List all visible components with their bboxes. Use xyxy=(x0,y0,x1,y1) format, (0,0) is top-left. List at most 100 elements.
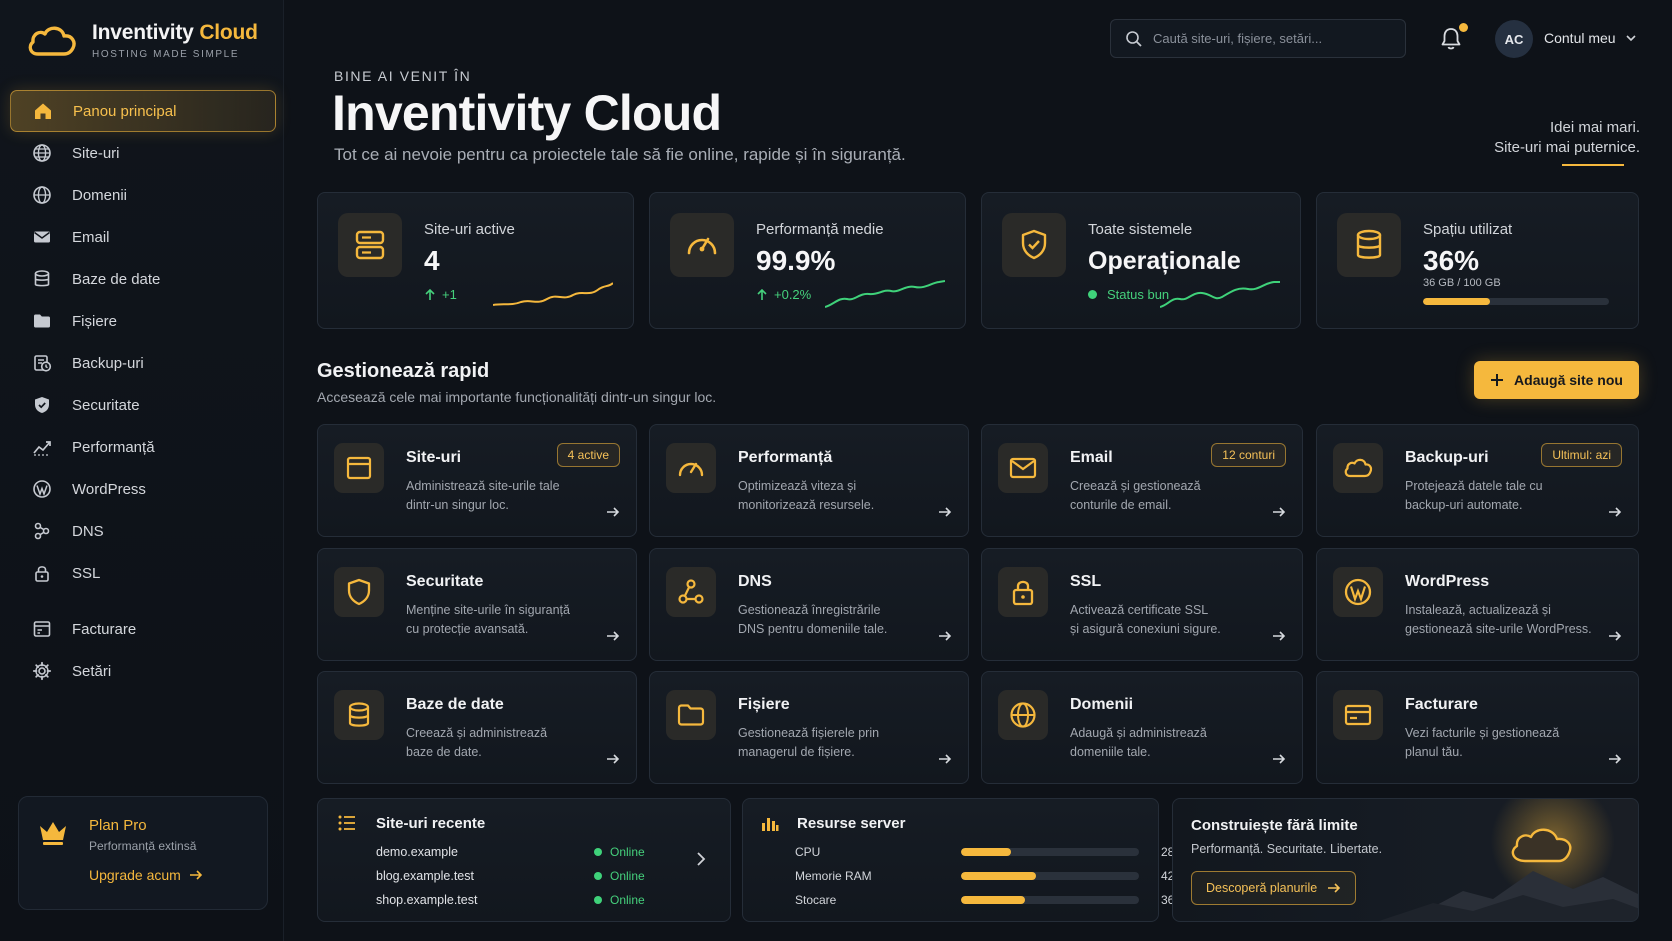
tile-description: Protejează datele tale cu backup-uri auto… xyxy=(1405,479,1543,512)
tile-description: Gestionează înregistrările DNS pentru dom… xyxy=(738,603,888,636)
stat-value: Operaționale xyxy=(1088,247,1241,275)
sparkline xyxy=(825,280,945,308)
resource-progress-fill xyxy=(961,896,1026,904)
arrow-right-icon xyxy=(607,507,620,517)
tile-description: Adaugă și administrează domeniile tale. xyxy=(1070,726,1207,759)
quick-tile-files[interactable]: Fișiere Gestionează fișierele prin manage… xyxy=(649,671,969,784)
stat-icon-box xyxy=(1002,213,1066,277)
sidebar-item-label: DNS xyxy=(72,522,104,540)
upgrade-link[interactable]: Upgrade acum xyxy=(89,867,203,883)
quick-tile-backups[interactable]: Backup-uri Protejează datele tale cu back… xyxy=(1316,424,1639,537)
stat-value: 4 xyxy=(424,245,440,276)
tile-description: Menține site-urile în siguranță cu protec… xyxy=(406,603,570,636)
sidebar-item-files[interactable]: Fișiere xyxy=(10,300,276,342)
quick-tile-domains[interactable]: Domenii Adaugă și administrează domeniile… xyxy=(981,671,1303,784)
quick-tile-wordpress[interactable]: WordPress Instalează, actualizează și ges… xyxy=(1316,548,1639,661)
database-icon xyxy=(1356,229,1382,259)
sidebar: Inventivity Cloud HOSTING MADE SIMPLE Pa… xyxy=(0,0,284,941)
sidebar-item-dashboard[interactable]: Panou principal xyxy=(10,90,276,132)
account-menu[interactable]: Contul meu xyxy=(1544,30,1636,46)
chevron-down-icon xyxy=(1626,35,1636,42)
search-input[interactable] xyxy=(1153,31,1393,46)
quick-tile-ssl[interactable]: SSL Activează certificate SSL și asigură … xyxy=(981,548,1303,661)
tile-icon-box xyxy=(998,443,1048,493)
quick-tile-dns[interactable]: DNS Gestionează înregistrările DNS pentru… xyxy=(649,548,969,661)
chevron-right-icon[interactable] xyxy=(696,851,706,867)
stat-card-sites: Site-uri active 4 +1 xyxy=(317,192,634,329)
tile-title: Fișiere xyxy=(738,696,790,713)
status-badge: Status bun xyxy=(1088,287,1169,302)
sidebar-item-email[interactable]: Email xyxy=(10,216,276,258)
tile-badge: 4 active xyxy=(556,443,620,467)
sidebar-item-backups[interactable]: Backup-uri xyxy=(10,342,276,384)
tile-badge: Ultimul: azi xyxy=(1541,443,1622,467)
stat-delta-value: +1 xyxy=(442,287,457,302)
quick-tile-sites[interactable]: Site-uri Administrează site-urile tale di… xyxy=(317,424,637,537)
sidebar-item-performance[interactable]: Performanță xyxy=(10,426,276,468)
sidebar-item-databases[interactable]: Baze de date xyxy=(10,258,276,300)
database-icon xyxy=(348,702,370,727)
stat-icon-box xyxy=(1337,213,1401,277)
stat-card-storage: Spațiu utilizat 36% 36 GB / 100 GB xyxy=(1316,192,1639,329)
search-box[interactable] xyxy=(1110,19,1406,58)
sidebar-item-billing[interactable]: Facturare xyxy=(10,608,276,650)
tile-description: Instalează, actualizează și gestionează s… xyxy=(1405,603,1592,636)
sidebar-item-sites[interactable]: Site-uri xyxy=(10,132,276,174)
sidebar-item-dns[interactable]: DNS xyxy=(10,510,276,552)
sidebar-item-label: Securitate xyxy=(72,396,140,414)
sidebar-item-label: Site-uri xyxy=(72,144,120,162)
list-item[interactable]: shop.example.test Online xyxy=(376,893,645,907)
hero-accent-line xyxy=(1562,164,1624,166)
globe-icon xyxy=(33,144,51,162)
sidebar-item-settings[interactable]: Setări xyxy=(10,650,276,692)
sidebar-item-domains[interactable]: Domenii xyxy=(10,174,276,216)
quick-tile-performance[interactable]: Performanță Optimizează viteza și monitor… xyxy=(649,424,969,537)
mail-icon xyxy=(1009,457,1037,479)
quick-tile-databases[interactable]: Baze de date Creează și administrează baz… xyxy=(317,671,637,784)
database-icon xyxy=(34,270,50,287)
wordpress-icon xyxy=(1344,578,1372,606)
tile-description: Activează certificate SSL și asigură cone… xyxy=(1070,603,1221,636)
dns-icon xyxy=(34,522,50,540)
globe-icon xyxy=(1010,702,1036,728)
tile-title: Facturare xyxy=(1405,696,1478,713)
sidebar-item-wordpress[interactable]: WordPress xyxy=(10,468,276,510)
quick-tile-security[interactable]: Securitate Menține site-urile în siguran… xyxy=(317,548,637,661)
stat-value: 99.9% xyxy=(756,245,836,276)
sparkline xyxy=(1160,281,1280,308)
quick-tile-email[interactable]: Email Creează și gestionează conturile de… xyxy=(981,424,1303,537)
arrow-right-icon xyxy=(939,631,952,641)
lock-icon xyxy=(35,566,49,582)
sidebar-item-security[interactable]: Securitate xyxy=(10,384,276,426)
quick-tile-billing[interactable]: Facturare Vezi facturile și gestionează p… xyxy=(1316,671,1639,784)
add-site-button[interactable]: Adaugă site nou xyxy=(1474,361,1639,399)
promo-banner: Construiește fără limite Performanță. Se… xyxy=(1172,798,1639,922)
brand-logo[interactable]: Inventivity Cloud HOSTING MADE SIMPLE xyxy=(24,18,258,62)
sidebar-item-ssl[interactable]: SSL xyxy=(10,552,276,594)
arrow-right-icon xyxy=(1273,754,1286,764)
promo-title: Construiește fără limite xyxy=(1191,817,1358,834)
sparkline xyxy=(493,282,613,306)
browser-icon xyxy=(346,456,372,480)
arrow-up-icon xyxy=(425,288,435,300)
sidebar-item-label: Backup-uri xyxy=(72,354,144,372)
list-item[interactable]: demo.example Online xyxy=(376,845,645,859)
stat-label: Performanță medie xyxy=(756,221,884,238)
status-text: Online xyxy=(610,893,645,907)
plan-subtitle: Performanță extinsă xyxy=(89,839,197,853)
upgrade-link-label: Upgrade acum xyxy=(89,867,181,883)
arrow-right-icon xyxy=(607,631,620,641)
shield-icon xyxy=(347,578,371,606)
avatar[interactable]: AC xyxy=(1495,20,1533,58)
list-item[interactable]: blog.example.test Online xyxy=(376,869,645,883)
stat-card-performance: Performanță medie 99.9% +0.2% xyxy=(649,192,966,329)
tile-title: Email xyxy=(1070,449,1113,466)
arrow-right-icon xyxy=(1273,631,1286,641)
sidebar-item-label: Panou principal xyxy=(73,102,177,120)
tile-icon-box xyxy=(334,690,384,740)
stat-card-systems: Toate sistemele Operaționale Status bun xyxy=(981,192,1301,329)
status-dot xyxy=(594,848,602,856)
hero-subtitle: Tot ce ai nevoie pentru ca proiectele ta… xyxy=(334,145,906,164)
chart-icon xyxy=(33,441,51,456)
discover-plans-button[interactable]: Descoperă planurile xyxy=(1191,871,1357,905)
